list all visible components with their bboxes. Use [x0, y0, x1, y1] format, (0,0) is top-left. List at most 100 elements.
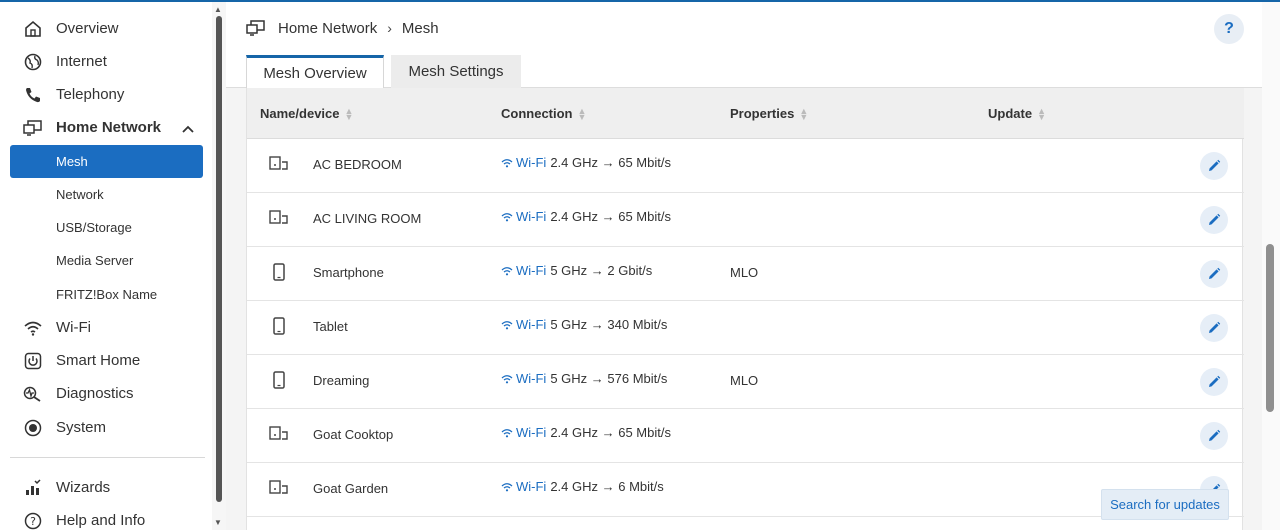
wifi-icon — [501, 482, 513, 492]
sidebar-divider — [10, 457, 205, 458]
column-header-name[interactable]: Name/device ▲ ▼ — [260, 106, 353, 121]
breadcrumb-home-network[interactable]: Home Network — [278, 20, 377, 37]
connection-info: Wi-Fi 2.4 GHz → 65 Mbit/s — [501, 425, 671, 440]
network-icon — [246, 19, 266, 37]
device-name[interactable]: Goat Cooktop — [313, 427, 393, 442]
table-row: Tablet Wi-Fi 5 GHz → 340 Mbit/s — [247, 301, 1244, 355]
edit-button[interactable] — [1200, 260, 1228, 288]
sidebar-item-label: Internet — [56, 52, 107, 70]
smartphone-icon — [269, 263, 289, 286]
page-header: Home Network › Mesh ? Mesh Overview Mesh… — [226, 2, 1262, 88]
sidebar-item-diagnostics[interactable]: Diagnostics — [0, 377, 212, 409]
table-header: Name/device ▲ ▼ Connection ▲ ▼ Properties … — [247, 88, 1244, 139]
sidebar-item-wizards[interactable]: Wizards — [0, 471, 212, 503]
wifi-link[interactable]: Wi-Fi — [516, 371, 546, 386]
wifi-link[interactable]: Wi-Fi — [516, 425, 546, 440]
sidebar-subitem-label: FRITZ!Box Name — [56, 287, 158, 302]
column-header-label: Name/device — [260, 106, 340, 121]
column-header-label: Connection — [501, 106, 573, 121]
help-button[interactable]: ? — [1214, 14, 1244, 44]
sidebar-item-label: System — [56, 418, 107, 436]
sidebar-subitem-label: Network — [56, 187, 104, 202]
device-properties: MLO — [730, 265, 759, 280]
sidebar-item-help-and-info[interactable]: ? Help and Info — [0, 504, 212, 530]
wifi-link[interactable]: Wi-Fi — [516, 263, 546, 278]
sidebar-subitem-label: USB/Storage — [56, 220, 132, 235]
sidebar-item-overview[interactable]: Overview — [0, 12, 212, 44]
column-header-connection[interactable]: Connection ▲ ▼ — [501, 106, 586, 121]
wifi-link[interactable]: Wi-Fi — [516, 209, 546, 224]
table-row: AC BEDROOM Wi-Fi 2.4 GHz → 65 Mbit/s — [247, 139, 1244, 193]
column-header-label: Update — [988, 106, 1033, 121]
connection-speed: 2.4 GHz → 65 Mbit/s — [550, 155, 671, 170]
wifi-icon — [501, 428, 513, 438]
edit-button[interactable] — [1200, 206, 1228, 234]
sidebar-item-telephony[interactable]: Telephony — [0, 78, 212, 110]
smartphone-icon — [269, 317, 289, 340]
scroll-down-arrow-icon[interactable]: ▼ — [214, 518, 222, 527]
device-icon — [269, 155, 289, 176]
connection-speed: 5 GHz → 2 Gbit/s — [550, 263, 653, 278]
edit-button[interactable] — [1200, 314, 1228, 342]
home-icon — [23, 19, 43, 39]
column-header-update[interactable]: Update ▲ ▼ — [988, 106, 1046, 121]
breadcrumb-mesh: Mesh — [401, 19, 439, 37]
sidebar-item-internet[interactable]: Internet — [0, 45, 212, 77]
sidebar-subitem-mesh[interactable]: Mesh — [10, 145, 203, 178]
sidebar-item-label: Wi-Fi — [56, 318, 91, 336]
sidebar: Overview Internet Telephony Home Network… — [0, 2, 212, 530]
edit-button[interactable] — [1200, 368, 1228, 396]
pencil-icon — [1207, 213, 1221, 227]
sidebar-item-smart-home[interactable]: Smart Home — [0, 344, 212, 376]
edit-button[interactable] — [1200, 422, 1228, 450]
sidebar-item-label: Help and Info — [56, 511, 146, 529]
sidebar-item-label: Smart Home — [56, 351, 141, 369]
column-header-properties[interactable]: Properties ▲ ▼ — [730, 106, 808, 121]
sidebar-item-label: Telephony — [56, 85, 125, 103]
sidebar-item-wifi[interactable]: Wi-Fi — [0, 311, 212, 343]
pencil-icon — [1207, 429, 1221, 443]
sort-icon: ▲ ▼ — [344, 105, 354, 122]
sidebar-subitem-media-server[interactable]: Media Server — [10, 244, 203, 277]
sidebar-subitem-label: Mesh — [56, 154, 88, 169]
tab-mesh-settings[interactable]: Mesh Settings — [391, 55, 521, 88]
help-icon: ? — [23, 511, 43, 530]
sidebar-subitem-label: Media Server — [56, 253, 134, 268]
tab-mesh-overview[interactable]: Mesh Overview — [246, 55, 384, 88]
wifi-icon — [501, 212, 513, 222]
pencil-icon — [1207, 159, 1221, 173]
wifi-icon — [23, 318, 43, 338]
connection-speed: 2.4 GHz → 65 Mbit/s — [550, 425, 671, 440]
wifi-link[interactable]: Wi-Fi — [516, 479, 546, 494]
wifi-link[interactable]: Wi-Fi — [516, 155, 546, 170]
pencil-icon — [1207, 375, 1221, 389]
sidebar-subitem-network[interactable]: Network — [10, 178, 203, 211]
pencil-icon — [1207, 321, 1221, 335]
device-name[interactable]: AC LIVING ROOM — [313, 211, 421, 226]
sidebar-scrollbar-thumb[interactable] — [216, 16, 222, 502]
connection-info: Wi-Fi 2.4 GHz → 6 Mbit/s — [501, 479, 664, 494]
device-name[interactable]: AC BEDROOM — [313, 157, 402, 172]
wifi-icon — [501, 158, 513, 168]
sidebar-item-home-network[interactable]: Home Network — [0, 111, 212, 143]
connection-speed: 5 GHz → 340 Mbit/s — [550, 317, 668, 332]
main-scrollbar-thumb[interactable] — [1266, 244, 1274, 412]
device-name[interactable]: Tablet — [313, 319, 348, 334]
device-name[interactable]: Dreaming — [313, 373, 369, 388]
wifi-link[interactable]: Wi-Fi — [516, 317, 546, 332]
connection-speed: 2.4 GHz → 65 Mbit/s — [550, 209, 671, 224]
table-row: AC LIVING ROOM Wi-Fi 2.4 GHz → 65 Mbit/s — [247, 193, 1244, 247]
device-name[interactable]: Smartphone — [313, 265, 384, 280]
breadcrumb: Home Network › Mesh — [246, 19, 439, 37]
device-icon — [269, 209, 289, 230]
chevron-up-icon[interactable] — [181, 121, 195, 139]
sidebar-item-system[interactable]: System — [0, 411, 212, 443]
device-name[interactable]: Goat Garden — [313, 481, 388, 496]
connection-info: Wi-Fi 2.4 GHz → 65 Mbit/s — [501, 155, 671, 170]
search-for-updates-button[interactable]: Search for updates — [1101, 489, 1229, 520]
scroll-up-arrow-icon[interactable]: ▲ — [214, 5, 222, 14]
sidebar-subitem-usb-storage[interactable]: USB/Storage — [10, 211, 203, 244]
edit-button[interactable] — [1200, 152, 1228, 180]
column-header-label: Properties — [730, 106, 795, 121]
sidebar-subitem-fritzbox-name[interactable]: FRITZ!Box Name — [10, 278, 203, 311]
